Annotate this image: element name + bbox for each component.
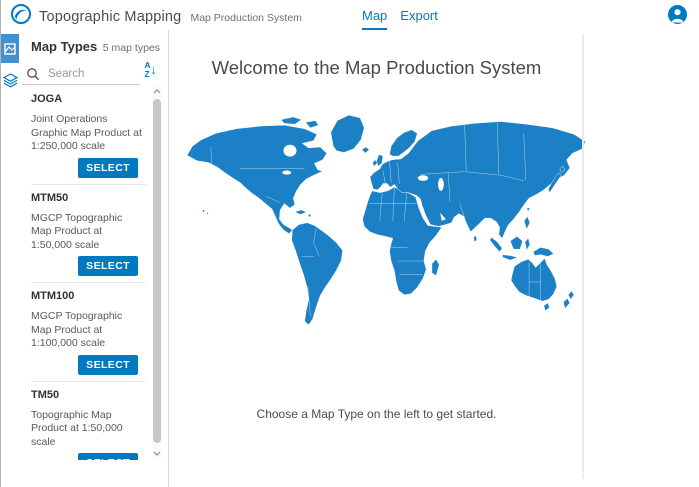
list-item: TM50 Topographic Map Product at 1:50,000… — [31, 382, 146, 461]
app-header: Topographic Mapping Map Production Syste… — [1, 0, 699, 30]
tool-rail — [1, 30, 19, 487]
brand: Topographic Mapping Map Production Syste… — [10, 3, 302, 30]
search-input[interactable] — [46, 67, 134, 81]
app-subtitle: Map Production System — [190, 12, 301, 24]
map-type-description: Joint Operations Graphic Map Product at … — [31, 113, 146, 154]
map-type-description: Topographic Map Product at 1:50,000 scal… — [31, 409, 146, 450]
list-item: MTM100 MGCP Topographic Map Product at 1… — [31, 283, 146, 382]
sort-a-z-icon[interactable]: AZ↓ — [144, 61, 157, 79]
scrollbar-thumb[interactable] — [153, 99, 161, 443]
map-type-name: JOGA — [31, 93, 146, 105]
map-types-panel: Map Types 5 map types AZ↓ JOGA Joint Ope… — [19, 30, 169, 487]
map-type-count: 5 map types — [103, 42, 160, 54]
map-type-list: JOGA Joint Operations Graphic Map Produc… — [19, 86, 152, 460]
app-window: Topographic Mapping Map Production Syste… — [0, 0, 699, 487]
map-type-name: TM50 — [31, 389, 146, 401]
list-item: JOGA Joint Operations Graphic Map Produc… — [31, 86, 146, 185]
instruction-text: Choose a Map Type on the left to get sta… — [170, 407, 583, 421]
app-title: Topographic Mapping — [39, 9, 181, 25]
account-icon[interactable] — [668, 5, 687, 24]
map-type-name: MTM100 — [31, 290, 146, 302]
sidebar-scrollbar[interactable] — [152, 86, 162, 458]
map-type-description: MGCP Topographic Map Product at 1:100,00… — [31, 310, 146, 351]
search-box — [22, 63, 140, 85]
welcome-heading: Welcome to the Map Production System — [170, 57, 583, 79]
main-scrollbar[interactable] — [582, 34, 584, 479]
panel-title: Map Types — [31, 39, 97, 54]
select-button[interactable]: SELECT — [78, 453, 138, 460]
globe-icon — [10, 3, 32, 30]
scroll-up-icon[interactable] — [152, 86, 162, 96]
map-type-name: MTM50 — [31, 192, 146, 204]
search-icon — [26, 67, 40, 81]
select-button[interactable]: SELECT — [78, 355, 138, 375]
layers-icon[interactable] — [1, 68, 19, 92]
world-map-image — [179, 106, 587, 334]
select-button[interactable]: SELECT — [78, 256, 138, 276]
map-type-description: MGCP Topographic Map Product at 1:50,000… — [31, 212, 146, 253]
map-icon[interactable] — [1, 34, 19, 63]
scroll-down-icon[interactable] — [152, 448, 162, 458]
tab-export[interactable]: Export — [400, 0, 438, 30]
main-area: Welcome to the Map Production System — [170, 30, 699, 487]
select-button[interactable]: SELECT — [78, 158, 138, 178]
top-tabs: Map Export — [362, 0, 438, 30]
list-item: MTM50 MGCP Topographic Map Product at 1:… — [31, 185, 146, 284]
tab-map[interactable]: Map — [362, 0, 387, 30]
